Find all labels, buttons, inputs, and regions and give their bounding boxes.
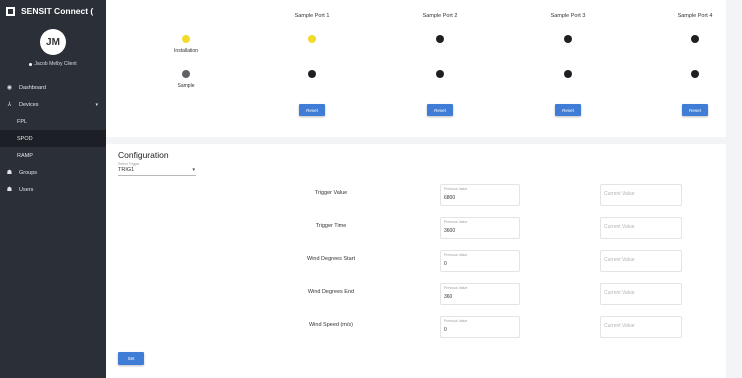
sidebar-nav: ◉ Dashboard ⅄ Devices ▾ FPL SPOD RAMP ☗ … bbox=[0, 79, 106, 198]
configuration-card: Configuration Select Trigger TRIG1 ▼ Tri… bbox=[106, 144, 726, 378]
chevron-down-icon: ▾ bbox=[95, 101, 98, 108]
previous-value-field: Previous Value 360 bbox=[440, 283, 520, 305]
current-value-field[interactable] bbox=[600, 283, 682, 305]
user-name-text: Jacob Melby Client bbox=[34, 61, 77, 67]
trigger-select-value: TRIG1 bbox=[118, 167, 135, 173]
avatar[interactable]: JM bbox=[40, 29, 66, 55]
sidebar-item-spod[interactable]: SPOD bbox=[0, 130, 106, 147]
port-header-4: Sample Port 4 bbox=[677, 13, 713, 19]
previous-value-label: Previous Value bbox=[444, 187, 468, 191]
user-name: Jacob Melby Client bbox=[29, 61, 77, 67]
app-header: SENSIT Connect ( bbox=[0, 0, 106, 22]
port-header-2: Sample Port 2 bbox=[422, 13, 458, 19]
section-title: Configuration bbox=[118, 150, 169, 160]
previous-value-label: Previous Value bbox=[444, 253, 468, 257]
sidebar-item-users[interactable]: ☗ Users bbox=[0, 181, 106, 198]
field-row-wind-speed: Wind Speed (m/s) Previous Value 0 bbox=[106, 316, 726, 338]
sidebar-item-fpl[interactable]: FPL bbox=[0, 113, 106, 130]
user-status-icon bbox=[29, 62, 33, 66]
previous-value-label: Previous Value bbox=[444, 319, 468, 323]
sample-indicator-icon bbox=[182, 70, 190, 78]
current-value-input[interactable] bbox=[604, 323, 678, 329]
status-dot-installation-port-2 bbox=[436, 35, 444, 43]
current-value-field[interactable] bbox=[600, 316, 682, 338]
app-logo-icon bbox=[6, 6, 15, 16]
status-dot-sample-port-3 bbox=[564, 70, 572, 78]
previous-value-field: Previous Value 6800 bbox=[440, 184, 520, 206]
app-window: SENSIT Connect ( JM Jacob Melby Client ◉… bbox=[0, 0, 742, 378]
sample-ports-card: Sample Port 1 Sample Port 2 Sample Port … bbox=[106, 0, 726, 137]
current-value-field[interactable] bbox=[600, 184, 682, 206]
field-label: Trigger Time bbox=[315, 223, 347, 229]
previous-value-field: Previous Value 0 bbox=[440, 250, 520, 272]
sidebar-item-label: RAMP bbox=[17, 152, 33, 159]
previous-value: 3600 bbox=[444, 228, 456, 234]
sidebar: SENSIT Connect ( JM Jacob Melby Client ◉… bbox=[0, 0, 106, 378]
trigger-select-label: Select Trigger bbox=[118, 162, 140, 166]
trigger-select[interactable]: Select Trigger TRIG1 ▼ bbox=[118, 162, 196, 176]
current-value-field[interactable] bbox=[600, 250, 682, 272]
users-icon: ☗ bbox=[6, 187, 13, 193]
devices-icon: ⅄ bbox=[7, 102, 12, 108]
sidebar-item-dashboard[interactable]: ◉ Dashboard bbox=[0, 79, 106, 96]
current-value-input[interactable] bbox=[604, 191, 678, 197]
reset-button-port-1[interactable]: Reset bbox=[299, 104, 325, 116]
previous-value-label: Previous Value bbox=[444, 220, 468, 224]
port-header-1: Sample Port 1 bbox=[294, 13, 330, 19]
previous-value: 6800 bbox=[444, 195, 456, 201]
reset-button-port-2[interactable]: Reset bbox=[427, 104, 453, 116]
installation-indicator-icon bbox=[182, 35, 190, 43]
field-label: Wind Degrees Start bbox=[307, 256, 355, 262]
status-dot-installation-port-4 bbox=[691, 35, 699, 43]
groups-icon: ☗ bbox=[6, 170, 13, 176]
sidebar-item-label: Groups bbox=[19, 169, 38, 176]
reset-button-port-4[interactable]: Reset bbox=[682, 104, 708, 116]
sidebar-item-label: Dashboard bbox=[19, 84, 46, 91]
previous-value-field: Previous Value 0 bbox=[440, 316, 520, 338]
field-row-trigger-value: Trigger Value Previous Value 6800 bbox=[106, 184, 726, 206]
sidebar-item-groups[interactable]: ☗ Groups bbox=[0, 164, 106, 181]
row-label-sample: Sample bbox=[177, 83, 195, 89]
port-header-3: Sample Port 3 bbox=[550, 13, 586, 19]
previous-value: 0 bbox=[444, 327, 447, 333]
reset-button-port-3[interactable]: Reset bbox=[555, 104, 581, 116]
status-dot-installation-port-1 bbox=[308, 35, 316, 43]
field-row-wind-degrees-end: Wind Degrees End Previous Value 360 bbox=[106, 283, 726, 305]
previous-value: 360 bbox=[444, 294, 453, 300]
field-label: Trigger Value bbox=[314, 190, 348, 196]
dashboard-icon: ◉ bbox=[6, 85, 13, 91]
sidebar-item-ramp[interactable]: RAMP bbox=[0, 147, 106, 164]
row-label-installation: Installation bbox=[174, 48, 198, 54]
caret-down-icon: ▼ bbox=[191, 167, 196, 172]
status-dot-sample-port-4 bbox=[691, 70, 699, 78]
current-value-input[interactable] bbox=[604, 257, 678, 263]
current-value-field[interactable] bbox=[600, 217, 682, 239]
user-panel: JM Jacob Melby Client bbox=[0, 29, 106, 67]
sidebar-item-label: SPOD bbox=[17, 135, 33, 142]
previous-value: 0 bbox=[444, 261, 447, 267]
avatar-initials: JM bbox=[46, 36, 60, 48]
sidebar-item-devices[interactable]: ⅄ Devices ▾ bbox=[0, 96, 106, 113]
status-dot-sample-port-1 bbox=[308, 70, 316, 78]
field-row-trigger-time: Trigger Time Previous Value 3600 bbox=[106, 217, 726, 239]
previous-value-field: Previous Value 3600 bbox=[440, 217, 520, 239]
app-title: SENSIT Connect ( bbox=[21, 6, 94, 16]
current-value-input[interactable] bbox=[604, 224, 678, 230]
field-label: Wind Degrees End bbox=[307, 289, 355, 295]
field-row-wind-degrees-start: Wind Degrees Start Previous Value 0 bbox=[106, 250, 726, 272]
previous-value-label: Previous Value bbox=[444, 286, 468, 290]
sidebar-item-label: Users bbox=[19, 186, 34, 193]
field-label: Wind Speed (m/s) bbox=[308, 322, 353, 328]
sidebar-item-label: FPL bbox=[17, 118, 28, 125]
sidebar-item-label: Devices bbox=[19, 101, 39, 108]
current-value-input[interactable] bbox=[604, 290, 678, 296]
status-dot-sample-port-2 bbox=[436, 70, 444, 78]
set-button[interactable]: Set bbox=[118, 352, 144, 365]
status-dot-installation-port-3 bbox=[564, 35, 572, 43]
